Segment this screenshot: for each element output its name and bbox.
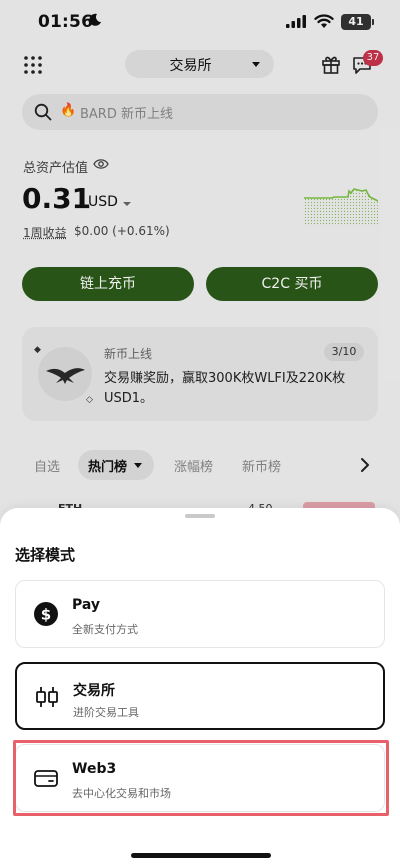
- sheet-grabber[interactable]: [185, 514, 215, 518]
- sheet-title: 选择模式: [15, 546, 76, 564]
- highlight-box: [13, 740, 389, 816]
- dollar-coin-icon: $: [34, 602, 58, 626]
- mode-option-title: 交易所: [73, 683, 115, 699]
- mode-option-pay[interactable]: $ Pay 全新支付方式: [15, 580, 385, 648]
- mode-option-exchange[interactable]: 交易所 进阶交易工具: [15, 662, 385, 730]
- mode-option-title: Pay: [72, 597, 101, 613]
- mode-option-subtitle: 全新支付方式: [72, 623, 138, 636]
- mode-option-subtitle: 进阶交易工具: [73, 706, 139, 719]
- home-indicator: [131, 853, 271, 858]
- mode-picker-sheet: 选择模式 $ Pay 全新支付方式 交易所 进阶交易工具 Web3 去中心化交易…: [0, 508, 400, 866]
- candlestick-icon: [36, 687, 58, 707]
- svg-text:$: $: [41, 606, 51, 624]
